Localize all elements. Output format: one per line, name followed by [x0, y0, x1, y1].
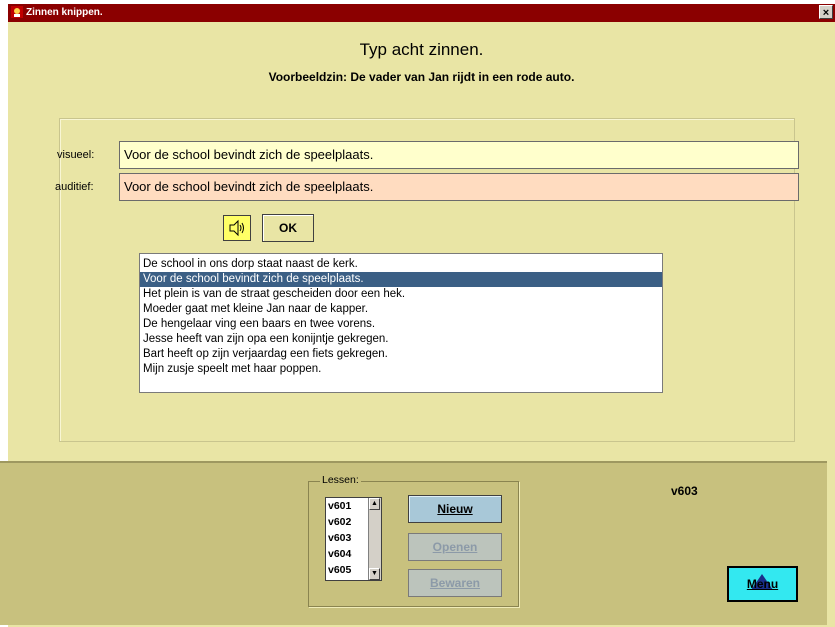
- lesson-item[interactable]: v605: [328, 564, 351, 576]
- scroll-up-icon[interactable]: ▲: [369, 498, 380, 510]
- title-bar[interactable]: Zinnen knippen. ×: [8, 4, 835, 22]
- menu-label: Menu: [746, 577, 779, 591]
- auditory-label: auditief:: [55, 181, 94, 193]
- list-item[interactable]: Voor de school bevindt zich de speelplaa…: [140, 272, 662, 287]
- window-title: Zinnen knippen.: [26, 7, 103, 18]
- visual-label: visueel:: [57, 149, 95, 161]
- list-item[interactable]: De school in ons dorp staat naast de ker…: [140, 257, 662, 272]
- lesson-list[interactable]: v601 v602 v603 v604 v605 ▲ ▼: [325, 497, 382, 581]
- lesson-item[interactable]: v601: [328, 500, 351, 512]
- lessons-title: Lessen:: [320, 474, 361, 486]
- lesson-item[interactable]: v602: [328, 516, 351, 528]
- visual-input[interactable]: Voor de school bevindt zich de speelplaa…: [119, 141, 799, 169]
- lesson-item[interactable]: v604: [328, 548, 351, 560]
- list-item[interactable]: Moeder gaat met kleine Jan naar de kappe…: [140, 302, 662, 317]
- list-item[interactable]: Het plein is van de straat gescheiden do…: [140, 287, 662, 302]
- list-item[interactable]: Mijn zusje speelt met haar poppen.: [140, 362, 662, 377]
- close-icon[interactable]: ×: [819, 5, 833, 19]
- lesson-item[interactable]: v603: [328, 532, 351, 544]
- list-item[interactable]: Bart heeft op zijn verjaardag een fiets …: [140, 347, 662, 362]
- ok-button[interactable]: OK: [262, 214, 314, 242]
- speaker-button[interactable]: [223, 215, 251, 241]
- app-icon: [11, 6, 23, 18]
- lesson-scrollbar[interactable]: ▲ ▼: [368, 498, 381, 580]
- auditory-input[interactable]: Voor de school bevindt zich de speelplaa…: [119, 173, 799, 201]
- speaker-icon: [229, 219, 244, 237]
- open-button[interactable]: Openen: [408, 533, 502, 561]
- list-item[interactable]: De hengelaar ving een baars en twee vore…: [140, 317, 662, 332]
- sentence-list[interactable]: De school in ons dorp staat naast de ker…: [139, 253, 663, 393]
- scroll-down-icon[interactable]: ▼: [369, 568, 380, 580]
- new-button[interactable]: Nieuw: [408, 495, 502, 523]
- list-item[interactable]: Jesse heeft van zijn opa een konijntje g…: [140, 332, 662, 347]
- save-button[interactable]: Bewaren: [408, 569, 502, 597]
- page-title: Typ acht zinnen.: [359, 40, 484, 59]
- menu-button[interactable]: Menu: [727, 566, 798, 602]
- current-lesson-label: v603: [671, 484, 698, 498]
- example-sentence: Voorbeeldzin: De vader van Jan rijdt in …: [268, 70, 575, 84]
